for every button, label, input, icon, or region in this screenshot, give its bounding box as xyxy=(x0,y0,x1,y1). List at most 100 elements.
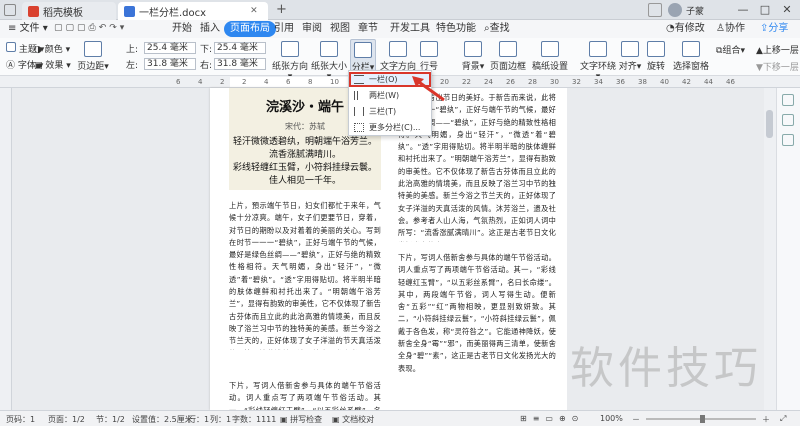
left-margin-input[interactable]: 31.8 毫米 xyxy=(144,58,196,70)
more-columns-label: 更多分栏(C)... xyxy=(369,123,421,132)
background-button[interactable]: 背景▾ xyxy=(460,41,486,72)
menu-page-layout[interactable]: 页面布局 xyxy=(224,21,276,37)
view-mode-icons[interactable]: ⊞≡▭⊕⊙ xyxy=(520,414,584,423)
menu-view[interactable]: 视图 xyxy=(326,21,354,37)
avatar[interactable] xyxy=(668,3,682,17)
rotate-button[interactable]: 旋转 xyxy=(644,41,668,72)
columns-button[interactable]: 分栏▾ xyxy=(350,39,376,73)
ruler-tick-label: 6 xyxy=(286,78,291,86)
column-1-text-b[interactable]: 下片，写词人借新舍参与具体的端午节俗活动。词人重点写了两项端午节俗活动。其一，“… xyxy=(229,380,381,410)
share-button[interactable]: ⇪分享 xyxy=(756,21,792,37)
effects-label: 效果 xyxy=(45,61,64,71)
send-backward-button[interactable]: ▼下移一层 xyxy=(756,60,799,73)
tab-template[interactable]: 稻壳模板 xyxy=(22,2,116,20)
menu-file[interactable]: ≡ 文件 ▾ xyxy=(4,21,52,37)
doc-icon xyxy=(124,5,135,17)
text-direction-icon xyxy=(389,41,407,57)
line-numbers-button[interactable]: 行号 xyxy=(418,41,440,72)
panel-tool-icon-1[interactable] xyxy=(782,94,794,106)
status-section: 节：1/2 xyxy=(96,415,125,424)
top-margin-input[interactable]: 25.4 毫米 xyxy=(144,42,196,54)
colors-button[interactable]: ◑ 颜色 ▾ xyxy=(34,42,70,55)
effects-icon: ▣ xyxy=(34,61,43,71)
vertical-ruler[interactable] xyxy=(0,88,12,410)
columns-three-option[interactable]: 三栏(T) xyxy=(349,104,431,119)
menu-file-label: 文件 xyxy=(19,23,40,34)
effects-button[interactable]: ▣ 效果 ▾ xyxy=(34,58,71,71)
fit-icon[interactable]: ⤢ xyxy=(780,414,786,424)
align-button[interactable]: 对齐▾ xyxy=(618,41,642,72)
more-columns-option[interactable]: 更多分栏(C)... xyxy=(349,120,431,135)
more-columns-icon xyxy=(354,123,364,132)
share-label: 分享 xyxy=(768,23,789,34)
text-wrap-label: 文字环绕 xyxy=(579,62,616,72)
title-bar: 稻壳模板 一栏分栏.docx ✕ + 子蒙 — □ ✕ xyxy=(0,0,800,20)
ruler-tick-label: 24 xyxy=(484,78,493,86)
quick-access-icons[interactable]: ▢▢▢⎙↶↷▾ xyxy=(54,23,127,33)
tab-document[interactable]: 一栏分栏.docx ✕ xyxy=(118,2,268,20)
ruler-tick-label: 44 xyxy=(704,78,713,86)
close-tab-icon[interactable]: ✕ xyxy=(250,6,258,16)
menu-start[interactable]: 开始 xyxy=(168,21,196,37)
select-pane-button[interactable]: 选择窗格 xyxy=(670,41,712,72)
bottom-margin-input[interactable]: 25.4 毫米 xyxy=(214,42,266,54)
status-row: 行：1 xyxy=(188,415,210,424)
minimize-button[interactable]: — xyxy=(732,2,754,18)
tab-template-label: 稻壳模板 xyxy=(43,7,83,19)
margins-button[interactable]: 页边距▾ xyxy=(70,41,116,72)
zoom-out-icon[interactable]: － xyxy=(632,414,640,425)
group-label: 组合 xyxy=(722,46,741,56)
zoom-level[interactable]: 100% xyxy=(600,414,623,423)
home-icon[interactable] xyxy=(4,4,16,16)
menu-review[interactable]: 审阅 xyxy=(298,21,326,37)
menu-chapter[interactable]: 章节 xyxy=(354,21,382,37)
collab-label: 协作 xyxy=(724,23,745,34)
orientation-icon xyxy=(281,41,299,57)
background-icon xyxy=(464,41,482,57)
scroll-thumb[interactable] xyxy=(766,110,773,138)
draft-paper-button[interactable]: 稿纸设置 xyxy=(530,41,570,72)
orientation-label: 纸张方向 xyxy=(271,62,308,72)
rotate-label: 旋转 xyxy=(646,62,665,72)
zoom-in-icon[interactable]: ＋ xyxy=(762,414,770,425)
right-side-panel xyxy=(776,88,800,410)
ruler-tick-label: 4 xyxy=(198,78,203,86)
align-label: 对齐 xyxy=(618,62,637,72)
ruler-tick-label: 28 xyxy=(528,78,537,86)
column-2-text-b[interactable]: 下片，写词人借新舍参与具体的端午节俗活动。词人重点写了两项端午节俗活动。其一，“… xyxy=(398,252,556,408)
column-1-text[interactable]: 上片，預示端午节日，妇女们都忙于来年，气候十分凉爽。端午，女子们更要节日，穿着，… xyxy=(229,200,381,350)
status-wordcount[interactable]: 字数：1111 xyxy=(232,414,276,425)
new-tab-button[interactable]: + xyxy=(276,2,287,18)
menu-reference[interactable]: 引用 xyxy=(270,21,298,37)
menu-bar: ≡ 文件 ▾ ▢▢▢⎙↶↷▾ 开始 插入 页面布局 引用 审阅 视图 章节 开发… xyxy=(0,20,800,38)
close-window-button[interactable]: ✕ xyxy=(776,2,798,18)
panel-tool-icon-3[interactable] xyxy=(782,134,794,146)
bring-forward-button[interactable]: ▲上移一层 xyxy=(756,43,799,56)
left-margin-label: 左: xyxy=(126,61,139,71)
maximize-button[interactable]: □ xyxy=(754,2,776,18)
status-pages: 页面：1/2 xyxy=(48,415,85,424)
ruler-tick-label: 6 xyxy=(176,78,181,86)
text-wrap-icon xyxy=(589,41,607,57)
menu-insert[interactable]: 插入 xyxy=(196,21,224,37)
select-pane-label: 选择窗格 xyxy=(672,62,709,72)
group-button[interactable]: ⧉组合▾ xyxy=(716,43,745,56)
status-setting: 设置值：2.5厘米 xyxy=(132,415,193,424)
search-button[interactable]: ⌕查找 xyxy=(480,21,514,37)
red-arrow-icon xyxy=(412,76,445,102)
menu-dev-tools[interactable]: 开发工具 xyxy=(386,21,434,37)
spell-check-button[interactable]: ▣ 拼写检查 xyxy=(280,414,322,425)
menu-features[interactable]: 特色功能 xyxy=(432,21,480,37)
user-name[interactable]: 子蒙 xyxy=(686,4,704,17)
right-margin-input[interactable]: 31.8 毫米 xyxy=(214,58,266,70)
modified-button[interactable]: ◔有修改 xyxy=(662,21,709,37)
zoom-slider-thumb[interactable] xyxy=(700,415,705,423)
colors-label: 颜色 xyxy=(44,45,63,55)
collab-button[interactable]: ♙协作 xyxy=(712,21,749,37)
paper-size-label: 纸张大小 xyxy=(310,62,347,72)
window-mode-icon[interactable] xyxy=(648,3,662,17)
ruler-tick-label: 10 xyxy=(330,78,339,86)
page-border-button[interactable]: 页面边框 xyxy=(488,41,528,72)
proofread-button[interactable]: ▣ 文档校对 xyxy=(332,414,374,425)
panel-tool-icon-2[interactable] xyxy=(782,114,794,126)
